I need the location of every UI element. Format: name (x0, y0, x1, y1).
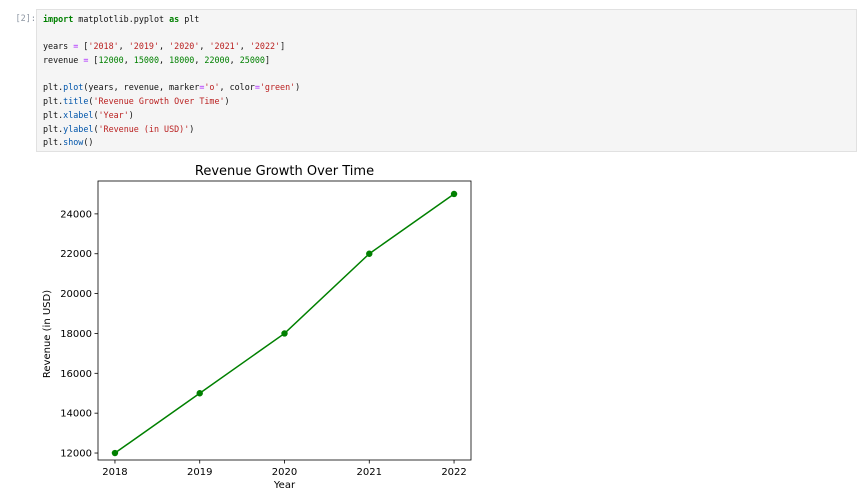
data-point (111, 449, 119, 457)
data-point (366, 250, 373, 257)
code-line: plt.plot(years, revenue, marker='o', col… (43, 82, 301, 93)
plot-frame (97, 180, 472, 461)
data-point (450, 190, 458, 198)
series-line (114, 193, 455, 454)
y-tick-label: 16000 (60, 369, 92, 380)
code-line: plt.show() (43, 137, 94, 148)
code-line: plt.ylabel('Revenue (in USD)') (43, 123, 195, 134)
code-cell[interactable]: import matplotlib.pyplot as plt years = … (36, 9, 857, 152)
code-line: import matplotlib.pyplot as plt (43, 14, 200, 24)
y-axis-label: Revenue (in USD) (42, 290, 53, 378)
x-axis-label: Year (273, 480, 296, 491)
y-tick-label: 18000 (60, 329, 92, 340)
x-tick-label: 2019 (187, 467, 212, 478)
code-line: plt.title('Revenue Growth Over Time') (43, 96, 230, 107)
code-editor[interactable]: import matplotlib.pyplot as plt years = … (43, 13, 300, 150)
data-point (281, 330, 288, 337)
data-point (196, 390, 203, 397)
code-line: revenue = [12000, 15000, 18000, 22000, 2… (43, 55, 270, 66)
cell-prompt: [2]: (15, 14, 36, 24)
x-tick-label: 2021 (357, 467, 382, 478)
y-tick-label: 22000 (60, 249, 92, 260)
chart-title: Revenue Growth Over Time (195, 164, 374, 179)
y-tick-label: 12000 (60, 449, 92, 460)
x-tick-label: 2018 (102, 467, 127, 478)
line-chart: Revenue Growth Over Time Year Revenue (i… (42, 164, 472, 491)
x-tick-label: 2022 (441, 467, 466, 478)
code-line: plt.xlabel('Year') (43, 109, 134, 120)
y-tick-label: 24000 (60, 209, 92, 220)
y-tick-label: 20000 (60, 289, 92, 300)
y-tick-label: 14000 (60, 409, 92, 420)
x-tick-label: 2020 (272, 467, 297, 478)
cell-output: Revenue Growth Over Time Year Revenue (i… (36, 152, 516, 499)
code-line: years = ['2018', '2019', '2020', '2021',… (43, 41, 286, 52)
